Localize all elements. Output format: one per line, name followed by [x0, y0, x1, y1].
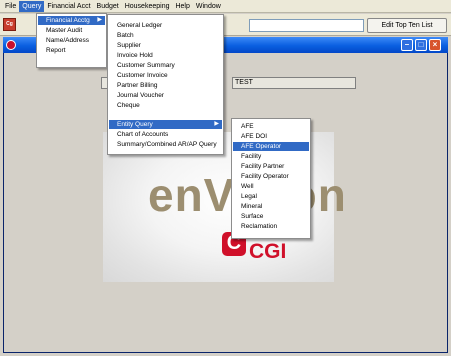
context-field-right: TEST [232, 77, 356, 89]
menu-item-label: Financial Acctg [46, 17, 90, 24]
menu-bar: File Query Financial Acct Budget Houseke… [0, 0, 451, 13]
menu-item-reclamation[interactable]: Reclamation [233, 222, 309, 231]
query-menu: Financial Acctg ▶ Master Audit Name/Addr… [36, 13, 107, 68]
menu-item-name-address[interactable]: Name/Address [38, 36, 105, 45]
minimize-button[interactable]: – [401, 39, 413, 51]
menu-budget[interactable]: Budget [94, 1, 122, 12]
menu-file[interactable]: File [2, 1, 19, 12]
app-icon[interactable]: Cg [3, 18, 16, 31]
menu-item-cheque[interactable]: Cheque [109, 101, 222, 110]
menu-item-afe[interactable]: AFE [233, 122, 309, 131]
menu-item-partner-billing[interactable]: Partner Billing [109, 81, 222, 90]
menu-item-well[interactable]: Well [233, 182, 309, 191]
menu-financial-acct[interactable]: Financial Acct [44, 1, 93, 12]
menu-item-summary-combined-query[interactable]: Summary/Combined AR/AP Query [109, 140, 222, 149]
menu-item-legal[interactable]: Legal [233, 192, 309, 201]
menu-item-facility-partner[interactable]: Facility Partner [233, 162, 309, 171]
cgi-window-icon [6, 40, 16, 50]
maximize-button[interactable]: □ [415, 39, 427, 51]
close-button[interactable]: × [429, 39, 441, 51]
menu-item-label: Entity Query [117, 121, 153, 128]
menu-item-customer-summary[interactable]: Customer Summary [109, 61, 222, 70]
menu-item-invoice-hold[interactable]: Invoice Hold [109, 51, 222, 60]
menu-help[interactable]: Help [172, 1, 192, 12]
menu-item-afe-operator[interactable]: AFE Operator [233, 142, 309, 151]
menu-item-chart-of-accounts[interactable]: Chart of Accounts [109, 130, 222, 139]
entity-query-submenu: AFE AFE DOI AFE Operator Facility Facili… [231, 118, 311, 239]
menu-item-batch[interactable]: Batch [109, 31, 222, 40]
submenu-arrow-icon: ▶ [97, 17, 102, 23]
menu-item-general-ledger[interactable]: General Ledger [109, 21, 222, 30]
menu-window[interactable]: Window [193, 1, 224, 12]
submenu-arrow-icon: ▶ [214, 121, 219, 127]
menu-item-facility[interactable]: Facility [233, 152, 309, 161]
menu-item-surface[interactable]: Surface [233, 212, 309, 221]
menu-item-journal-voucher[interactable]: Journal Voucher [109, 91, 222, 100]
cgi-logo-text: CGI [249, 240, 287, 263]
menu-item-facility-operator[interactable]: Facility Operator [233, 172, 309, 181]
menu-item-afe-doi[interactable]: AFE DOI [233, 132, 309, 141]
edit-top-ten-button[interactable]: Edit Top Ten List [367, 18, 447, 33]
menu-housekeeping[interactable]: Housekeeping [122, 1, 173, 12]
menu-item-master-audit[interactable]: Master Audit [38, 26, 105, 35]
menu-item-entity-query[interactable]: Entity Query ▶ [109, 120, 222, 129]
menu-item-supplier[interactable]: Supplier [109, 41, 222, 50]
menu-query[interactable]: Query [19, 0, 45, 12]
financial-acctg-submenu: General Ledger Batch Supplier Invoice Ho… [107, 14, 224, 155]
menu-item-financial-acctg[interactable]: Financial Acctg ▶ [38, 16, 105, 25]
menu-item-customer-invoice[interactable]: Customer Invoice [109, 71, 222, 80]
menu-item-report[interactable]: Report [38, 46, 105, 55]
menu-item-mineral[interactable]: Mineral [233, 202, 309, 211]
quick-search-field[interactable] [249, 19, 364, 32]
